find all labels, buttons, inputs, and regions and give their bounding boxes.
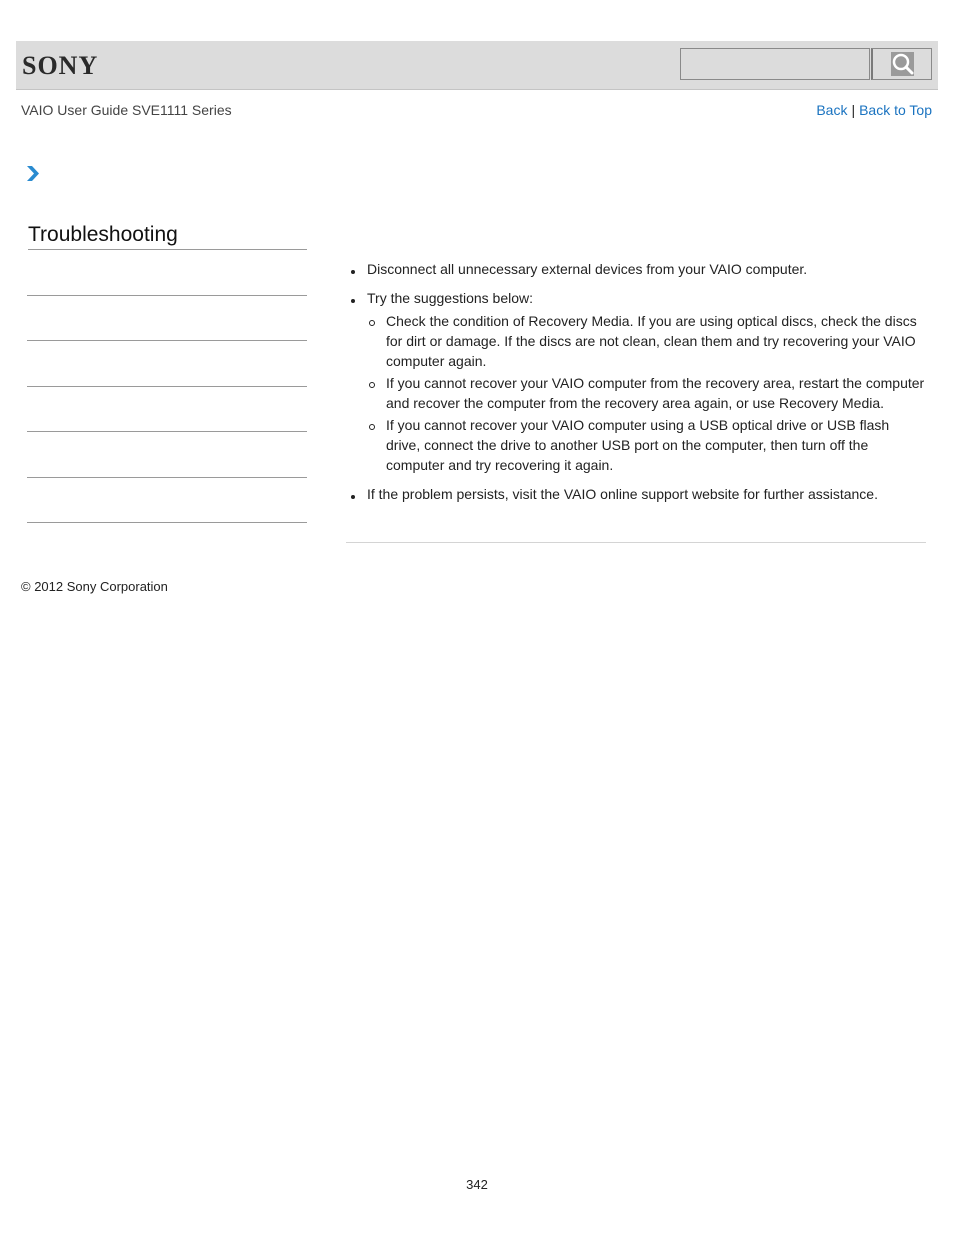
search-input[interactable]	[680, 48, 870, 80]
sub-list-item: Check the condition of Recovery Media. I…	[367, 311, 926, 371]
copyright: © 2012 Sony Corporation	[21, 579, 168, 594]
sub-list: Check the condition of Recovery Media. I…	[367, 311, 926, 475]
guide-title: VAIO User Guide SVE1111 Series	[21, 102, 232, 118]
list-item: Try the suggestions below: Check the con…	[346, 288, 926, 475]
content-divider	[346, 542, 926, 543]
sidebar-item[interactable]	[27, 431, 307, 432]
sidebar-item[interactable]	[27, 340, 307, 341]
sub-list-item: If you cannot recover your VAIO computer…	[367, 373, 926, 413]
page-number: 342	[466, 1177, 488, 1192]
sidebar-item[interactable]	[27, 477, 307, 478]
magnifier-icon	[891, 52, 914, 76]
sidebar-item[interactable]	[27, 386, 307, 387]
list-item-text: Disconnect all unnecessary external devi…	[367, 261, 808, 277]
list-item: Disconnect all unnecessary external devi…	[346, 259, 926, 279]
nav-links: Back | Back to Top	[816, 102, 932, 118]
search-button[interactable]	[871, 48, 932, 80]
sony-logo: SONY	[22, 51, 99, 80]
section-title: Troubleshooting	[28, 222, 307, 250]
back-to-top-link[interactable]: Back to Top	[859, 102, 932, 118]
chevron-right-icon[interactable]	[26, 165, 40, 182]
sub-list-item: If you cannot recover your VAIO computer…	[367, 415, 926, 475]
sidebar-item[interactable]	[27, 522, 307, 523]
suggestion-list: Disconnect all unnecessary external devi…	[346, 259, 926, 504]
content-body: Disconnect all unnecessary external devi…	[346, 259, 926, 513]
list-item-text: Try the suggestions below:	[367, 290, 534, 306]
list-item: If the problem persists, visit the VAIO …	[346, 484, 926, 504]
header-bar: SONY	[16, 41, 938, 90]
list-item-text: If the problem persists, visit the VAIO …	[367, 486, 878, 502]
sidebar-item[interactable]	[27, 295, 307, 296]
nav-separator: |	[851, 102, 856, 118]
back-link[interactable]: Back	[816, 102, 847, 118]
